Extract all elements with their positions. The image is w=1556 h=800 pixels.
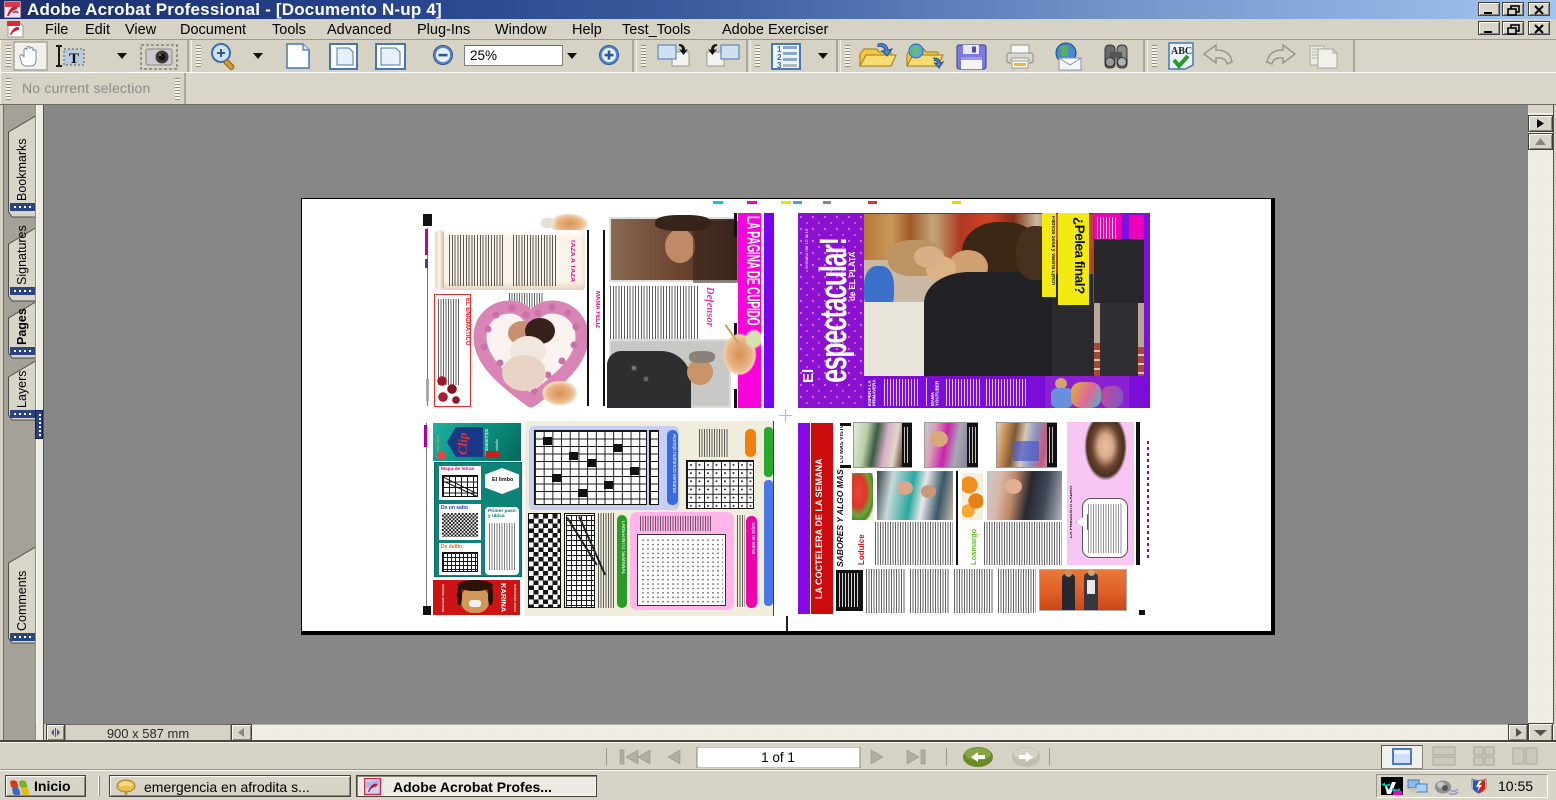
svg-text:Bookmarks: Bookmarks	[15, 138, 29, 201]
svg-text:3: 3	[777, 61, 782, 70]
svg-text:1 of 1: 1 of 1	[761, 750, 795, 765]
svg-text:Comments: Comments	[15, 571, 29, 631]
svg-text:T: T	[69, 51, 79, 67]
svg-text:Signatures: Signatures	[15, 225, 29, 285]
svg-text:ABC: ABC	[1171, 46, 1192, 57]
svg-text:Pages: Pages	[15, 308, 29, 345]
svg-text:Layers: Layers	[15, 370, 29, 408]
